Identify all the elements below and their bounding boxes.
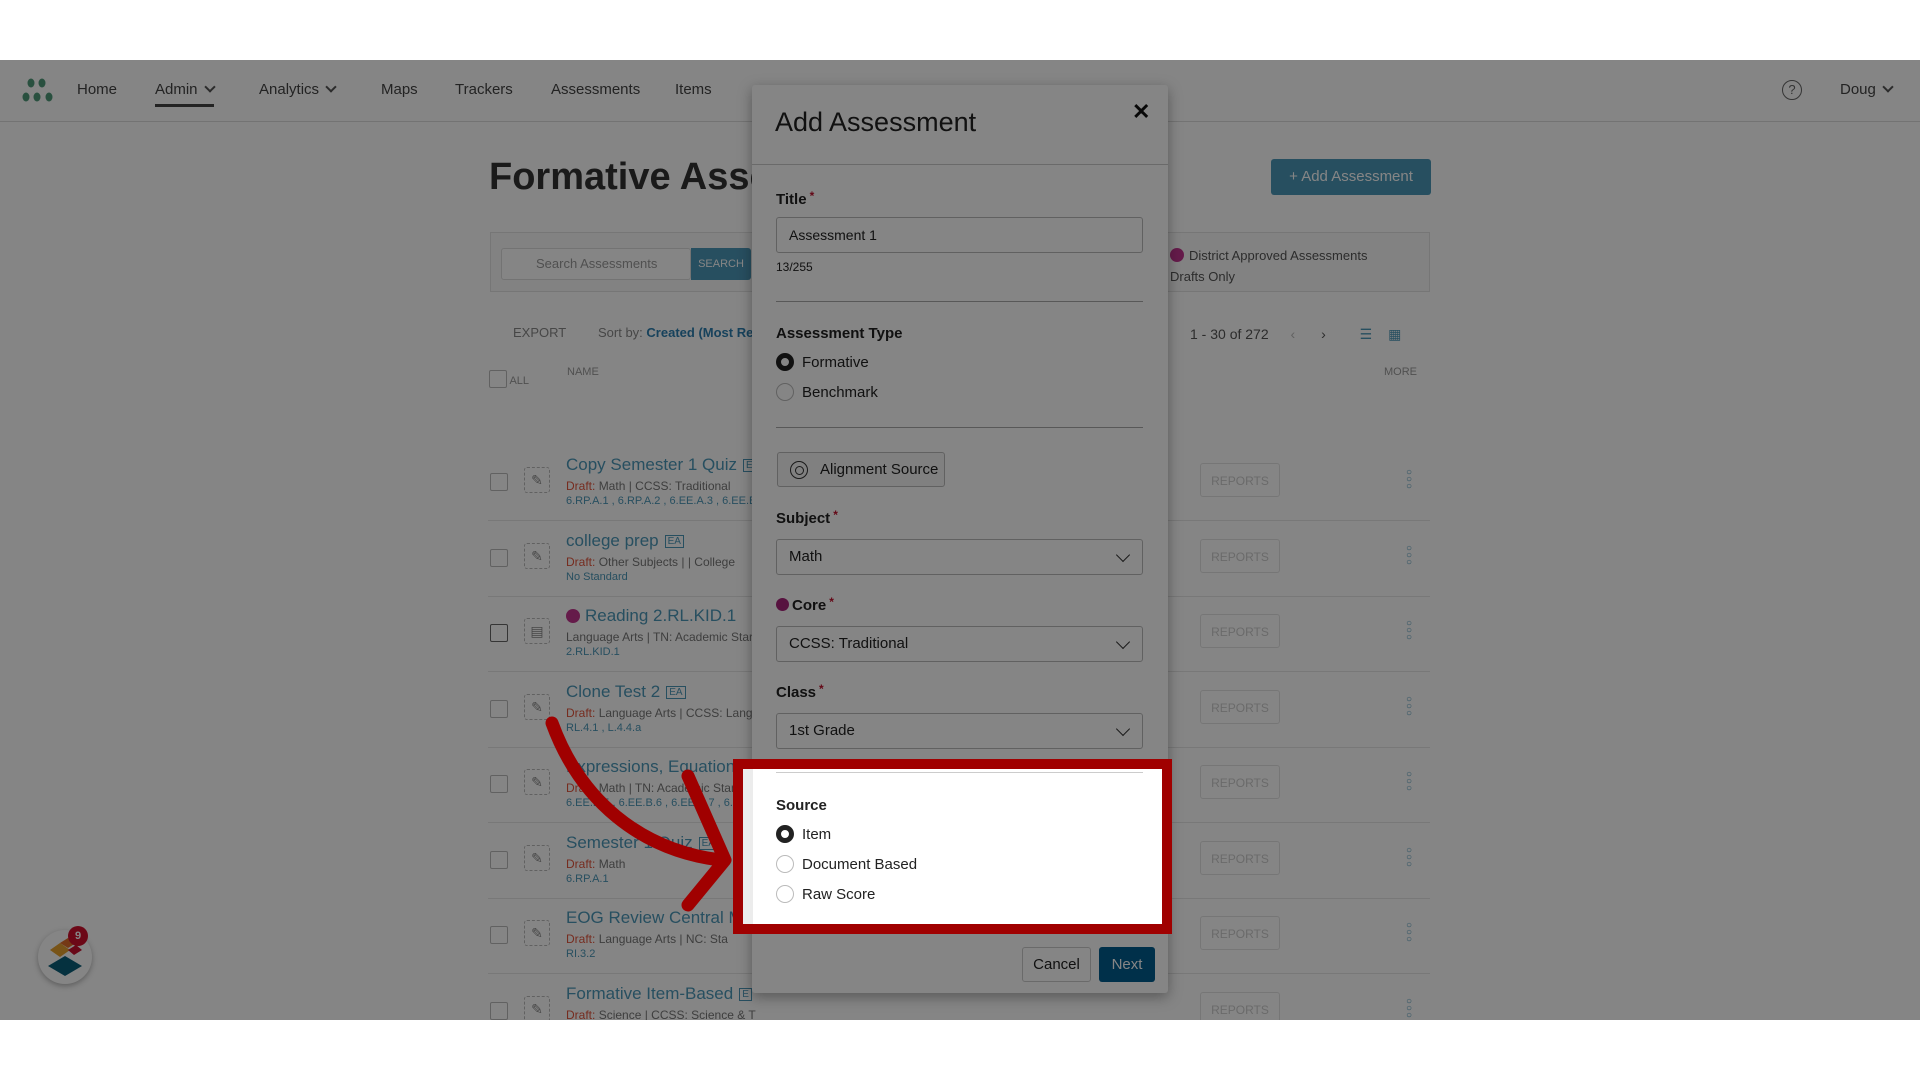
radio-document-based-label: Document Based <box>802 856 918 873</box>
radio-item-label: Item <box>802 826 832 843</box>
radio-raw-score-label: Raw Score <box>802 886 876 903</box>
annotation-arrow-icon <box>545 716 732 912</box>
divider <box>776 772 1143 773</box>
app: Home Admin Analytics Maps Trackers Asses… <box>0 60 1920 1020</box>
